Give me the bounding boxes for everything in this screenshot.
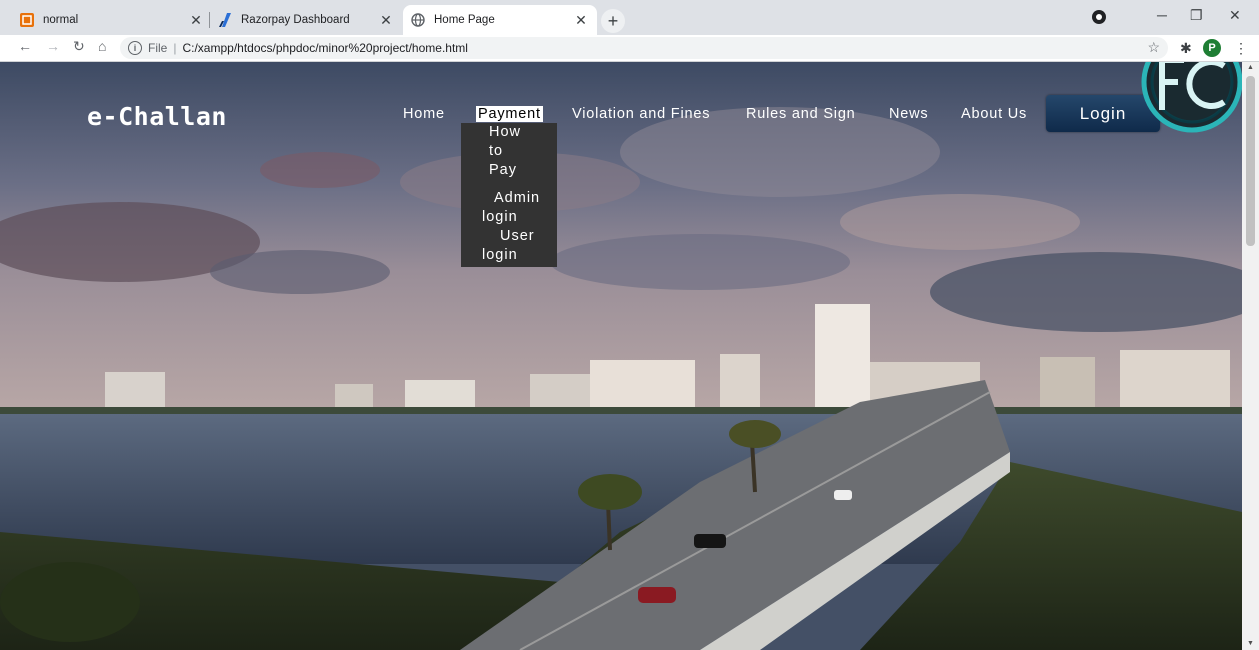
tab-title: Home Page: [434, 14, 495, 26]
tab-title: normal: [43, 14, 79, 26]
fc-circular-logo-icon: [1141, 62, 1242, 133]
bookmark-star-icon[interactable]: ☆: [1147, 39, 1160, 56]
address-bar[interactable]: i File | C:/xampp/htdocs/phpdoc/minor%20…: [120, 37, 1168, 59]
grid-favicon-icon: [20, 13, 34, 27]
razorpay-favicon-icon: [219, 13, 231, 27]
tab-home-page[interactable]: Home Page ✕: [403, 5, 597, 35]
menu-item-label: Pay: [489, 162, 517, 178]
menu-item-label: User: [500, 228, 535, 244]
url-path: C:/xampp/htdocs/phpdoc/minor%20project/h…: [182, 41, 468, 55]
tab-razorpay[interactable]: Razorpay Dashboard ✕: [210, 5, 402, 35]
menu-item-label: How: [489, 124, 522, 140]
site-brand-logo-text[interactable]: e-Challan: [87, 102, 227, 131]
new-tab-button[interactable]: +: [601, 9, 625, 33]
close-tab-icon[interactable]: ✕: [378, 12, 394, 29]
back-icon[interactable]: ←: [18, 38, 32, 54]
payment-dropdown-menu: How to Pay Admin login User login: [461, 123, 557, 267]
menu-item-label: login: [482, 247, 518, 263]
home-icon[interactable]: ⌂: [98, 38, 106, 54]
browser-tabstrip: normal ✕ Razorpay Dashboard ✕ Home Page …: [0, 0, 1259, 35]
url-scheme: File: [148, 41, 168, 55]
page-scrollbar[interactable]: ▲ ▼: [1242, 62, 1259, 650]
restore-icon[interactable]: ❐: [1190, 7, 1203, 24]
nav-payment[interactable]: Payment: [476, 106, 543, 122]
info-icon[interactable]: i: [128, 41, 142, 55]
profile-avatar[interactable]: P: [1203, 39, 1221, 57]
menu-item-label: Admin: [494, 190, 541, 206]
minimize-icon[interactable]: ─: [1157, 7, 1167, 23]
close-window-icon[interactable]: ✕: [1229, 7, 1241, 24]
nav-about-us[interactable]: About Us: [961, 106, 1027, 122]
close-tab-icon[interactable]: ✕: [573, 12, 589, 29]
nav-home[interactable]: Home: [403, 106, 445, 122]
forward-icon[interactable]: →: [46, 38, 60, 54]
reload-icon[interactable]: ↻: [73, 38, 85, 55]
globe-favicon-icon: [411, 13, 425, 27]
tab-normal[interactable]: normal ✕: [12, 5, 212, 35]
more-menu-icon[interactable]: ⋮: [1234, 40, 1248, 57]
nav-news[interactable]: News: [889, 106, 928, 122]
scroll-up-arrow-icon[interactable]: ▲: [1247, 64, 1254, 71]
menu-item-label: login: [482, 209, 518, 225]
nav-rules-and-sign[interactable]: Rules and Sign: [746, 106, 856, 122]
extensions-puzzle-icon[interactable]: ✱: [1180, 40, 1192, 57]
browser-toolbar: ← → ↻ ⌂ i File | C:/xampp/htdocs/phpdoc/…: [0, 35, 1259, 62]
incognito-profile-icon[interactable]: [1092, 10, 1106, 24]
scrollbar-thumb[interactable]: [1246, 76, 1255, 246]
menu-item-label: to: [489, 143, 504, 159]
page-viewport: e-Challan Home Payment Violation and Fin…: [0, 62, 1242, 650]
scroll-down-arrow-icon[interactable]: ▼: [1247, 640, 1254, 647]
nav-violation-and-fines[interactable]: Violation and Fines: [572, 106, 710, 122]
tab-title: Razorpay Dashboard: [241, 14, 350, 26]
city-bridge-background-image: [0, 62, 1242, 650]
close-tab-icon[interactable]: ✕: [188, 12, 204, 29]
url-divider: |: [173, 41, 177, 55]
